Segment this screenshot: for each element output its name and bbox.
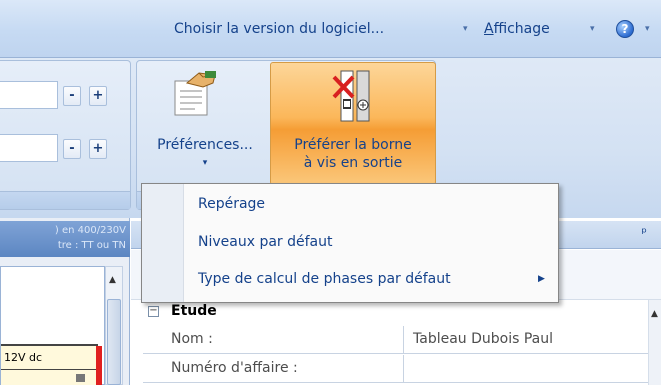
power-supply-block[interactable]: 12V dc [1,344,102,385]
menu-item-reperage[interactable]: Repérage [142,187,558,223]
chevron-down-icon[interactable]: ▾ [140,158,270,168]
property-label: Numéro d'affaire : [171,360,298,376]
preferences-hand-document-icon [173,71,217,117]
menu-item-default-levels[interactable]: Niveaux par défaut [142,225,558,261]
red-marker [96,346,102,385]
increment-button-2[interactable]: + [89,139,107,159]
software-version-menu[interactable]: Choisir la version du logiciel... [174,21,384,37]
increment-button-1[interactable]: + [89,86,107,106]
schematic-view[interactable]: 12V dc [0,266,105,385]
view-menu-label: ffichage [493,21,550,37]
property-row[interactable]: Nom : Tableau Dubois Paul [143,326,648,354]
version-dropdown-arrow-icon[interactable]: ▾ [463,24,468,34]
left-panel: ) en 400/230V tre : TT ou TN 12V dc ▲ [0,218,130,385]
numeric-field-2[interactable] [0,134,58,162]
scroll-up-arrow-icon[interactable]: ▲ [651,309,658,319]
prefer-screw-terminal-button[interactable]: Préférer la borne à vis en sortie [270,62,436,185]
collapse-icon[interactable]: − [148,306,159,317]
property-label: Nom : [171,331,213,347]
left-panel-scrollbar[interactable]: ▲ [105,266,123,385]
menu-item-phase-calc-type[interactable]: Type de calcul de phases par défaut ▶ [142,262,558,298]
decrement-button-2[interactable]: - [63,139,81,159]
left-panel-header: ) en 400/230V tre : TT ou TN [0,221,130,257]
property-row[interactable]: Numéro d'affaire : [143,355,648,383]
left-panel-header-line1: ) en 400/230V [54,225,126,236]
power-supply-terminals [1,369,96,385]
property-value[interactable]: Tableau Dubois Paul [413,331,553,347]
view-menu-access-key: A [484,21,494,37]
menu-item-label: Repérage [198,196,266,212]
scroll-up-arrow-icon[interactable]: ▲ [109,275,116,285]
view-dropdown-arrow-icon[interactable]: ▾ [590,24,595,34]
section-title: Etude [171,303,217,319]
terminal-square [76,374,85,382]
pin-icon[interactable]: ᵖ [641,226,647,241]
preferences-dropdown-menu: Repérage Niveaux par défaut Type de calc… [141,183,559,303]
power-supply-label: 12V dc [4,351,43,364]
top-menu-bar: Choisir la version du logiciel... ▾ Affi… [0,0,661,58]
help-dropdown-arrow-icon[interactable]: ▾ [645,24,650,34]
properties-scrollbar[interactable]: ▲ [648,300,661,385]
scrollbar-thumb[interactable] [107,299,121,385]
prefer-screw-terminal-label: Préférer la borne à vis en sortie [271,136,435,172]
column-divider [403,326,404,353]
menu-item-label: Niveaux par défaut [198,234,333,250]
view-menu[interactable]: Affichage [484,21,550,37]
menu-item-label: Type de calcul de phases par défaut [198,271,451,287]
screw-terminal-icon [332,70,370,122]
decrement-button-1[interactable]: - [63,86,81,106]
column-divider [403,355,404,382]
ribbon-group-spinners: - + - + [0,60,131,210]
ribbon-group-footer [0,191,130,209]
prefer-screw-terminal-line1: Préférer la borne [294,137,412,153]
help-circle-icon[interactable]: ? [616,20,634,38]
submenu-arrow-icon: ▶ [538,274,545,284]
prefer-screw-terminal-line2: à vis en sortie [303,155,403,171]
preferences-label: Préférences... [157,137,253,153]
left-panel-header-line2: tre : TT ou TN [57,240,126,251]
preferences-button[interactable]: Préférences... ▾ [140,63,270,183]
property-section-etude[interactable]: − Etude [143,302,648,324]
numeric-field-1[interactable] [0,81,58,109]
